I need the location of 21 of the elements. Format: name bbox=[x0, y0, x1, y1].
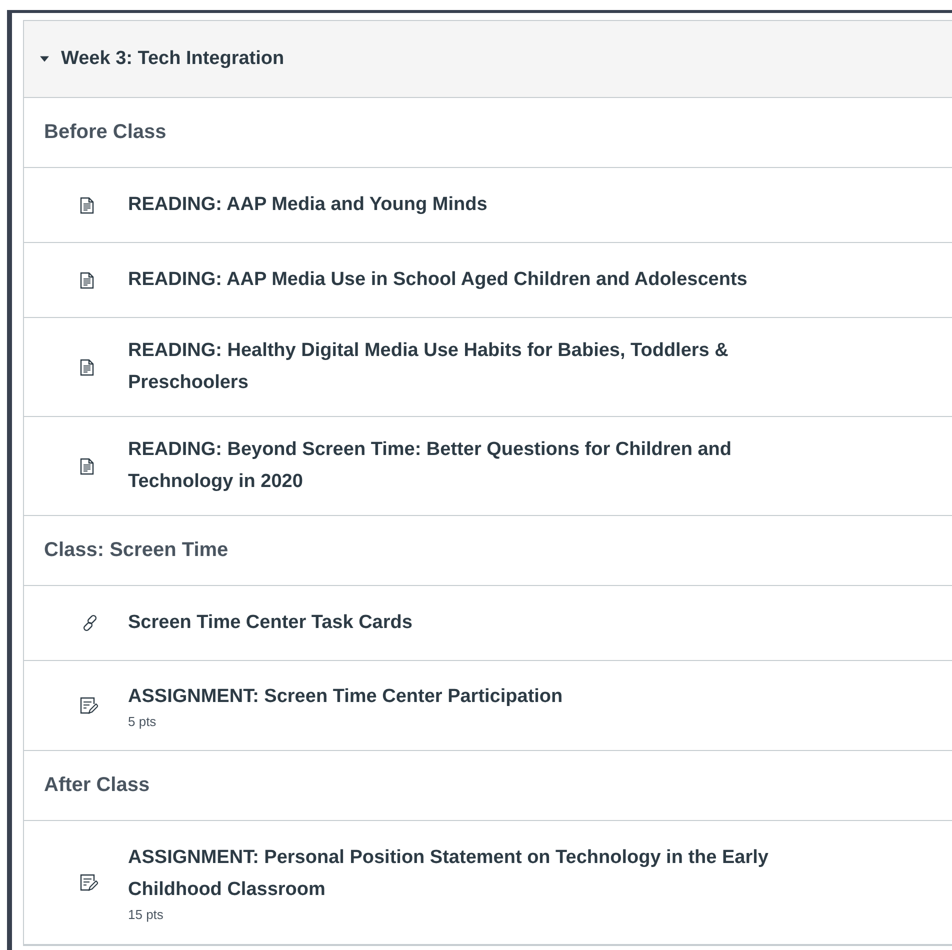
document-icon bbox=[80, 272, 94, 288]
item-link[interactable]: READING: AAP Media and Young Minds bbox=[128, 189, 488, 221]
subheader-title: After Class bbox=[44, 774, 150, 797]
item-link[interactable]: READING: Beyond Screen Time: Better Questions for Children and Technology in 2020 bbox=[128, 434, 828, 498]
item-link[interactable]: READING: Healthy Digital Media Use Habits for Babies, Toddlers & Preschoolers bbox=[128, 335, 828, 399]
document-icon bbox=[80, 358, 94, 376]
document-icon bbox=[80, 458, 94, 474]
item-link[interactable]: READING: AAP Media Use in School Aged Children and Adolescents bbox=[128, 264, 748, 296]
item-link[interactable]: ASSIGNMENT: Screen Time Center Participation bbox=[128, 680, 563, 712]
points-label: 15 pts bbox=[128, 906, 164, 924]
item-link[interactable]: ASSIGNMENT: Personal Position Statement on Technology in the Early Childhood Classroom bbox=[128, 842, 828, 906]
collapse-toggle[interactable] bbox=[40, 55, 49, 63]
points-label: 5 pts bbox=[128, 712, 158, 730]
assignment-icon bbox=[80, 874, 98, 892]
document-icon bbox=[80, 196, 94, 214]
assignment-icon bbox=[80, 696, 98, 714]
caret-icon bbox=[40, 55, 49, 63]
subheader-title: Class: Screen Time bbox=[44, 539, 228, 562]
subheader-title: Before Class bbox=[44, 121, 166, 144]
module-title[interactable]: Week 3: Tech Integration bbox=[61, 48, 284, 70]
item-link[interactable]: Screen Time Center Task Cards bbox=[128, 607, 412, 639]
